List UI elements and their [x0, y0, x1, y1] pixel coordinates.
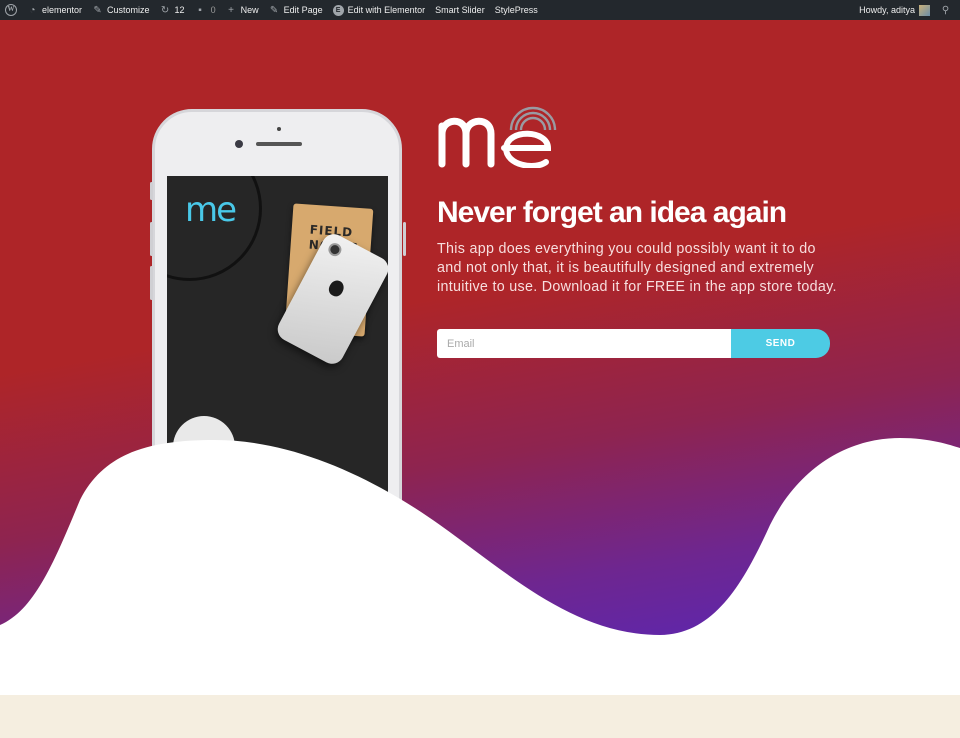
- search-icon: ⚲: [941, 4, 950, 16]
- hero-section: FIELD NOTES me Never forget an idea agai…: [0, 20, 960, 695]
- elementor-icon: E: [332, 4, 344, 16]
- account-menu[interactable]: Howdy, aditya: [854, 0, 935, 20]
- site-name-link[interactable]: ◔ elementor: [22, 0, 87, 20]
- dashboard-icon: ◔: [29, 4, 36, 16]
- wave-shape: [0, 438, 960, 695]
- updates-link[interactable]: ↻ 12: [155, 0, 190, 20]
- wordpress-menu[interactable]: W: [0, 0, 22, 20]
- refresh-icon: ↻: [160, 4, 170, 16]
- admin-bar: W ◔ elementor ✎ Customize ↻ 12 ▪ 0 + New ✎ Edi…: [0, 0, 960, 20]
- search-button[interactable]: ⚲: [935, 0, 960, 20]
- plus-icon: +: [228, 4, 234, 16]
- footer-band: [0, 695, 960, 738]
- pencil-icon: ✎: [269, 4, 279, 16]
- brush-icon: ✎: [93, 4, 102, 16]
- smart-slider-link[interactable]: Smart Slider: [430, 0, 490, 20]
- comment-icon: ▪: [198, 4, 202, 16]
- comments-link[interactable]: ▪ 0: [190, 0, 221, 20]
- wordpress-logo-icon: W: [5, 4, 17, 16]
- edit-with-elementor-link[interactable]: E Edit with Elementor: [328, 0, 431, 20]
- edit-page-link[interactable]: ✎ Edit Page: [264, 0, 328, 20]
- new-content-link[interactable]: + New: [221, 0, 264, 20]
- avatar: [919, 4, 930, 16]
- stylepress-link[interactable]: StylePress: [490, 0, 543, 20]
- customize-link[interactable]: ✎ Customize: [87, 0, 155, 20]
